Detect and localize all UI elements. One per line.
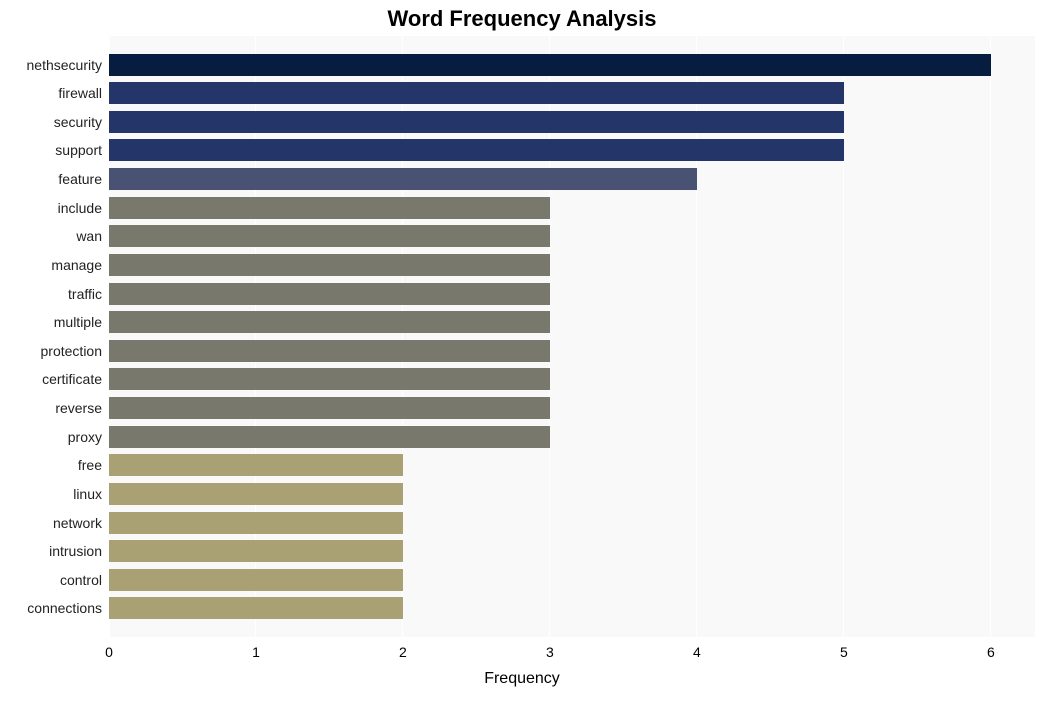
bar: [109, 197, 550, 219]
y-tick-label: connections: [0, 597, 102, 619]
plot-area: [109, 36, 1035, 637]
bar: [109, 569, 403, 591]
bar: [109, 454, 403, 476]
bar: [109, 254, 550, 276]
y-tick-label: intrusion: [0, 540, 102, 562]
y-tick-label: firewall: [0, 82, 102, 104]
y-tick-label: free: [0, 454, 102, 476]
y-tick-label: manage: [0, 254, 102, 276]
y-tick-label: multiple: [0, 311, 102, 333]
y-tick-label: include: [0, 197, 102, 219]
bar: [109, 540, 403, 562]
bar: [109, 283, 550, 305]
x-axis-label: Frequency: [0, 670, 1044, 688]
y-tick-label: control: [0, 569, 102, 591]
x-tick-label: 2: [393, 644, 413, 660]
bar: [109, 512, 403, 534]
y-tick-label: protection: [0, 340, 102, 362]
bar: [109, 139, 844, 161]
bar: [109, 225, 550, 247]
y-tick-label: support: [0, 139, 102, 161]
chart-container: Word Frequency Analysis Frequency 0 1 2 3 4 5…: [0, 0, 1044, 701]
x-tick-label: 3: [540, 644, 560, 660]
y-tick-label: reverse: [0, 397, 102, 419]
x-tick-label: 1: [246, 644, 266, 660]
grid-line: [990, 36, 991, 637]
y-tick-label: linux: [0, 483, 102, 505]
bar: [109, 483, 403, 505]
y-tick-label: nethsecurity: [0, 54, 102, 76]
bar: [109, 340, 550, 362]
bar: [109, 54, 991, 76]
x-tick-label: 4: [687, 644, 707, 660]
y-tick-label: traffic: [0, 283, 102, 305]
bar: [109, 82, 844, 104]
bar: [109, 368, 550, 390]
bar: [109, 426, 550, 448]
bar: [109, 111, 844, 133]
y-tick-label: certificate: [0, 368, 102, 390]
y-tick-label: wan: [0, 225, 102, 247]
bar: [109, 311, 550, 333]
y-tick-label: proxy: [0, 426, 102, 448]
y-tick-label: network: [0, 512, 102, 534]
y-tick-label: feature: [0, 168, 102, 190]
x-tick-label: 5: [834, 644, 854, 660]
x-tick-label: 6: [981, 644, 1001, 660]
bar: [109, 597, 403, 619]
bar: [109, 397, 550, 419]
y-tick-label: security: [0, 111, 102, 133]
bar: [109, 168, 697, 190]
x-tick-label: 0: [99, 644, 119, 660]
chart-title: Word Frequency Analysis: [0, 6, 1044, 32]
